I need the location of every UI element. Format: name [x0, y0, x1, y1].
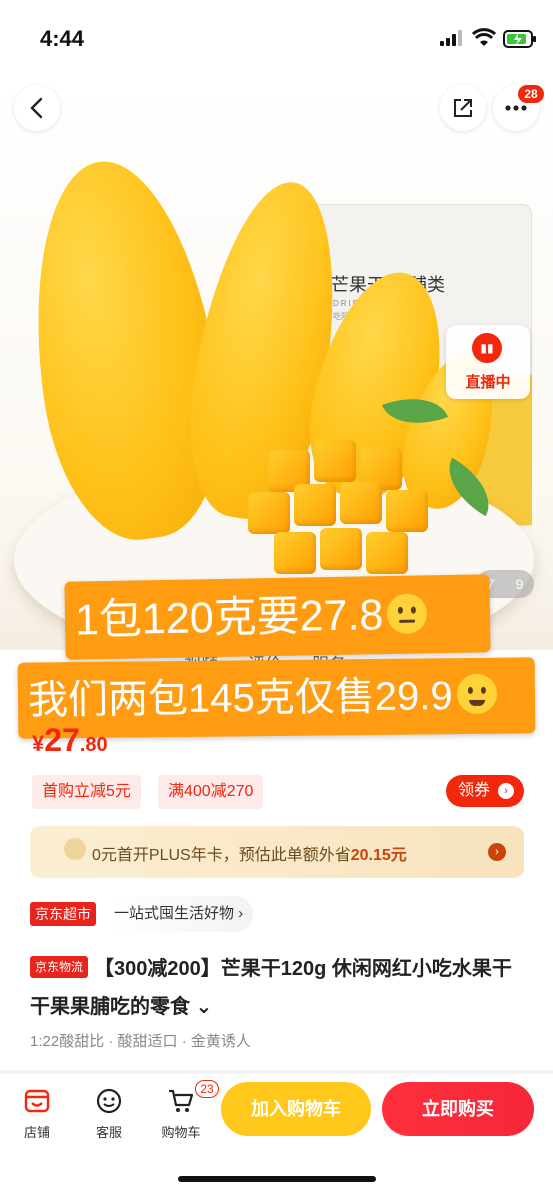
more-dots-icon: [505, 105, 527, 111]
chat-smile-icon: [96, 1088, 122, 1114]
live-stream-button[interactable]: ▮▮ 直播中: [446, 325, 530, 399]
chevron-right-icon: ›: [498, 783, 514, 799]
buy-now-button[interactable]: 立即购买: [382, 1082, 534, 1136]
discount-tag: 满400减270: [158, 775, 264, 809]
signal-icon: [440, 30, 462, 46]
plus-membership-banner[interactable]: 0元首开PLUS年卡，预估此单额外省20.15元 ›: [30, 826, 524, 878]
cart-label: 购物车: [161, 1125, 201, 1140]
cart-button[interactable]: 23 购物车: [154, 1080, 219, 1141]
share-button[interactable]: [440, 85, 486, 131]
product-image-gallery[interactable]: 芒果干(果脯类 DRIED MANGO 吃阳光长大的芒果干 28 ▮▮ 直播中: [0, 80, 553, 650]
hugging-face-icon: [456, 674, 497, 715]
product-traits: 1:22酸甜比 · 酸甜适口 · 金黄诱人: [30, 1033, 251, 1050]
product-title-text: 【300减200】芒果干120g 休闲网红小吃水果干 干果果脯吃的零食 ⌄: [30, 958, 512, 1018]
store-label: 店铺: [23, 1125, 50, 1140]
customer-service-button[interactable]: 客服: [82, 1086, 136, 1141]
currency-symbol: ¥: [32, 731, 45, 756]
price-overlay-line1: 1包120克要27.8: [64, 574, 491, 660]
message-count-badge: 28: [518, 85, 544, 103]
get-coupon-button[interactable]: 领券 ›: [446, 775, 524, 807]
live-icon: ▮▮: [472, 333, 502, 363]
overlay-text-1: 1包120克要27.8: [74, 591, 384, 645]
plus-amount: 20.15元: [350, 847, 407, 864]
share-icon: [454, 99, 472, 117]
battery-icon: [503, 30, 536, 48]
neutral-face-icon: [386, 593, 428, 634]
price: ¥27.80: [32, 722, 108, 759]
back-button[interactable]: [14, 85, 60, 131]
chevron-right-icon: ›: [488, 843, 506, 861]
store-slogan: 一站式囤生活好物 ›: [110, 896, 254, 932]
wifi-icon: [472, 28, 496, 46]
status-time: 4:44: [40, 26, 85, 51]
page-total: 9: [515, 576, 524, 592]
live-label: 直播中: [465, 374, 511, 391]
overlay-text-2: 我们两包145克仅售29.9: [27, 674, 453, 723]
add-to-cart-button[interactable]: 加入购物车: [221, 1082, 371, 1136]
status-bar: 4:44: [0, 0, 553, 80]
store-tag: 京东超市: [30, 902, 96, 926]
chevron-left-icon: [30, 97, 43, 119]
plus-prefix: 0元首开PLUS年卡，预估此单额外省: [92, 847, 351, 864]
price-integer: 27: [44, 722, 80, 758]
product-title[interactable]: 京东物流 【300减200】芒果干120g 休闲网红小吃水果干 干果果脯吃的零食 …: [30, 950, 520, 1026]
price-decimal: .80: [79, 734, 108, 756]
plus-logo-icon: [64, 838, 86, 860]
store-icon: [24, 1089, 50, 1113]
plus-text: 0元首开PLUS年卡，预估此单额外省20.15元: [92, 841, 407, 865]
logistics-tag: 京东物流: [30, 955, 89, 978]
home-indicator: [178, 1176, 376, 1182]
first-purchase-tag: 首购立减5元: [32, 775, 141, 809]
store-button[interactable]: 店铺: [10, 1086, 64, 1141]
cart-icon: [169, 1089, 194, 1112]
service-label: 客服: [95, 1125, 122, 1140]
coupon-label: 领券: [458, 782, 491, 799]
cart-count-badge: 23: [195, 1080, 219, 1098]
mango-cubes: [228, 440, 448, 590]
bottom-action-bar: 店铺 客服 23 购物车 加入购物车 立即购买: [0, 1074, 553, 1198]
